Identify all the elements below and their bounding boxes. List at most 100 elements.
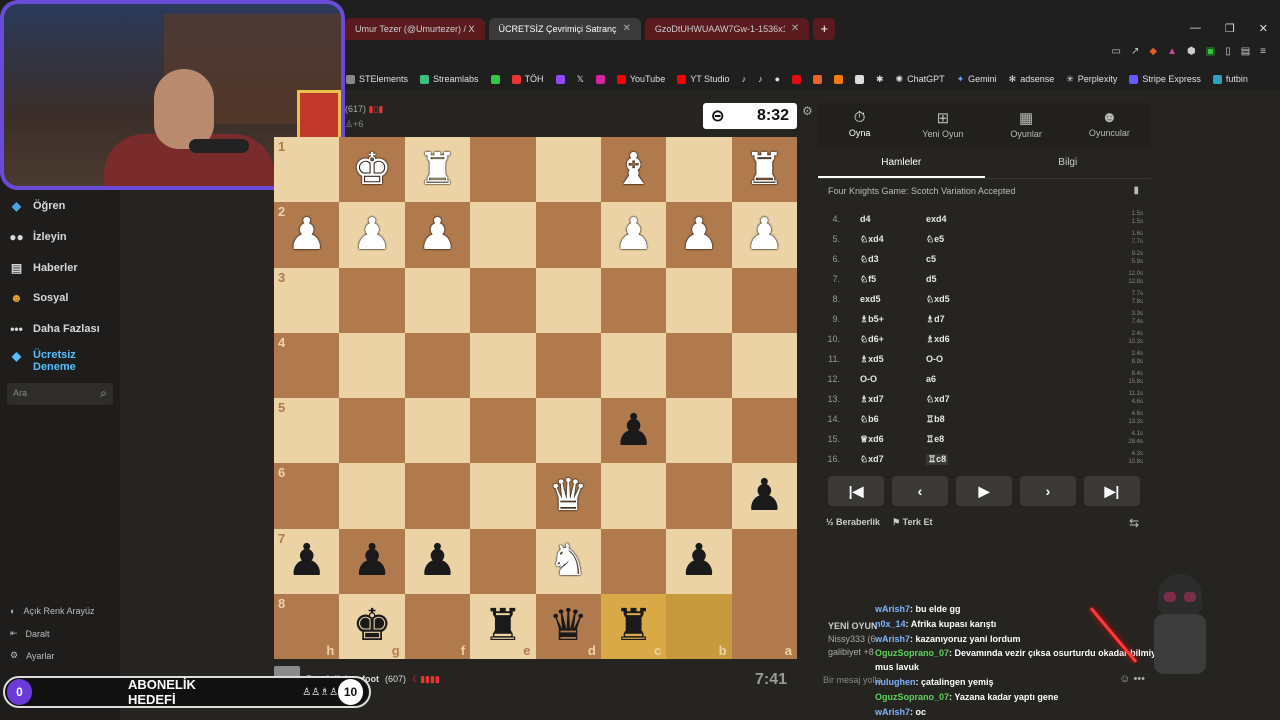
tab-image[interactable]: GzoDtUHWUAAW7Gw-1-1536x1536 ✕ xyxy=(644,18,810,40)
board-square[interactable]: ♜ e xyxy=(470,593,536,659)
board-square[interactable]: ♟ xyxy=(731,202,797,268)
board-square[interactable]: 5 xyxy=(274,398,340,464)
tab-new-game[interactable]: ⊞ Yeni Oyun xyxy=(901,103,984,147)
close-icon[interactable]: ✕ xyxy=(791,18,799,40)
chat-input[interactable]: Bir mesaj yolla xyxy=(823,675,882,685)
board-square[interactable] xyxy=(339,332,405,398)
black-move[interactable]: ♘xd7 xyxy=(926,394,950,405)
last-move-button[interactable]: ▶| xyxy=(1084,476,1140,506)
chess-board[interactable]: 1 ♚ ♜ ♝ ♜ 2 ♟ ♟ ♟ ♟ ♟ ♟ 3 4 5 ♟ 6 ♛ ♟ 7 ♟ … xyxy=(274,137,797,659)
flip-board-icon[interactable]: ⇆ xyxy=(1129,516,1139,530)
board-square[interactable] xyxy=(666,267,732,333)
bookmark-item[interactable] xyxy=(595,74,605,84)
black-pawn-piece[interactable]: ♟ xyxy=(679,539,718,583)
board-square[interactable] xyxy=(404,332,471,398)
board-square[interactable] xyxy=(339,398,405,464)
board-square[interactable]: ♜ xyxy=(404,137,471,203)
play-button[interactable]: ▶ xyxy=(956,476,1012,506)
minimize-icon[interactable]: — xyxy=(1190,22,1201,35)
white-pawn-piece[interactable]: ♟ xyxy=(352,212,391,257)
board-square[interactable] xyxy=(404,267,471,333)
bookmark-item[interactable] xyxy=(813,74,822,84)
sidebar-icon[interactable]: ▯ xyxy=(1225,46,1231,66)
board-square[interactable] xyxy=(339,267,405,333)
board-square[interactable]: ♟ xyxy=(339,202,405,268)
extension-icon[interactable]: ▣ xyxy=(1206,46,1215,66)
board-square[interactable] xyxy=(535,332,601,398)
board-square[interactable] xyxy=(666,398,732,464)
board-square[interactable]: ♟ xyxy=(731,463,797,529)
new-tab-button[interactable]: + xyxy=(813,18,836,40)
rewards-icon[interactable]: ▲ xyxy=(1167,46,1177,66)
board-square[interactable] xyxy=(470,202,536,268)
board-settings-icon[interactable]: ⚙ xyxy=(802,104,813,118)
black-move[interactable]: c5 xyxy=(926,254,936,264)
board-square[interactable]: ♚ g xyxy=(339,593,405,659)
tab-games[interactable]: ▦ Oyunlar xyxy=(985,103,1068,147)
bookmark-item[interactable]: YT Studio xyxy=(677,74,730,84)
board-square[interactable]: ♛ d xyxy=(535,593,601,659)
bookmark-item[interactable] xyxy=(855,74,864,84)
brave-shield-icon[interactable]: ◆ xyxy=(1149,46,1157,66)
board-square[interactable] xyxy=(731,528,797,594)
white-bishop-piece[interactable]: ♝ xyxy=(614,147,653,192)
tab-play[interactable]: ⏱ Oyna xyxy=(818,103,901,147)
board-square[interactable] xyxy=(535,202,601,268)
board-square[interactable]: ♟ xyxy=(666,202,732,268)
board-square[interactable] xyxy=(731,398,797,464)
bookmark-item[interactable]: ✻ adsense xyxy=(1009,74,1055,85)
settings-button[interactable]: ⚙ Ayarlar xyxy=(10,650,54,661)
board-square[interactable] xyxy=(404,398,471,464)
draw-button[interactable]: ½ Beraberlik xyxy=(826,517,880,528)
white-pawn-piece[interactable]: ♟ xyxy=(745,212,784,257)
sidebar-item-watch[interactable]: ●● İzleyin xyxy=(8,230,66,244)
black-move[interactable]: ♘e5 xyxy=(926,234,944,245)
resign-button[interactable]: ⚑ Terk Et xyxy=(892,517,932,528)
board-square[interactable]: ♜ xyxy=(731,137,797,203)
bookmark-item[interactable]: Stripe Express xyxy=(1129,74,1201,84)
black-rook-piece[interactable]: ♜ xyxy=(483,604,522,648)
white-pawn-piece[interactable]: ♟ xyxy=(418,212,457,257)
black-pawn-piece[interactable]: ♟ xyxy=(745,473,784,518)
black-move[interactable]: O-O xyxy=(926,354,943,364)
board-square[interactable] xyxy=(600,267,667,333)
white-pawn-piece[interactable]: ♟ xyxy=(287,212,326,257)
white-rook-piece[interactable]: ♜ xyxy=(418,147,457,192)
board-square[interactable] xyxy=(470,137,536,203)
white-rook-piece[interactable]: ♜ xyxy=(745,147,784,192)
black-pawn-piece[interactable]: ♟ xyxy=(418,539,457,583)
white-move[interactable]: ♗xd7 xyxy=(860,394,884,405)
black-queen-piece[interactable]: ♛ xyxy=(548,604,587,648)
black-rook-piece[interactable]: ♜ xyxy=(614,604,653,648)
bookmark-item[interactable]: Streamlabs xyxy=(420,74,479,84)
board-square[interactable]: 1 xyxy=(274,137,340,203)
black-move[interactable]: ♗d7 xyxy=(926,314,945,325)
board-square[interactable] xyxy=(666,463,732,529)
white-queen-piece[interactable]: ♛ xyxy=(548,473,587,518)
board-square[interactable] xyxy=(666,137,732,203)
cast-icon[interactable]: ▭ xyxy=(1112,46,1121,66)
black-move[interactable]: ♗xd6 xyxy=(926,334,950,345)
board-square[interactable] xyxy=(731,267,797,333)
black-pawn-piece[interactable]: ♟ xyxy=(287,539,326,583)
white-king-piece[interactable]: ♚ xyxy=(352,147,391,192)
black-move[interactable]: ♘xd5 xyxy=(926,294,950,305)
black-move[interactable]: ♖e8 xyxy=(926,434,944,445)
tab-x[interactable]: Umur Tezer (@Umurtezer) / X xyxy=(345,18,485,40)
extension-icon[interactable]: ⬢ xyxy=(1187,46,1196,66)
close-window-icon[interactable]: ✕ xyxy=(1259,22,1268,35)
board-square-last-move[interactable]: ♜ c xyxy=(600,593,667,659)
tab-info[interactable]: Bilgi xyxy=(985,147,1152,178)
bookmark-item[interactable]: YouTube xyxy=(616,74,665,84)
board-square[interactable]: ♟ xyxy=(600,398,667,464)
bookmark-item[interactable]: ✺ ChatGPT xyxy=(896,74,945,85)
next-move-button[interactable]: › xyxy=(1020,476,1076,506)
bookmark-item[interactable]: TÖH xyxy=(511,74,544,84)
board-square[interactable] xyxy=(600,332,667,398)
bookmark-item[interactable] xyxy=(555,74,565,84)
board-square[interactable]: ♟ xyxy=(404,202,471,268)
white-move[interactable]: ♘f5 xyxy=(860,274,876,285)
white-move[interactable]: ♕xd6 xyxy=(860,434,884,445)
close-icon[interactable]: ✕ xyxy=(623,18,631,40)
black-move[interactable]: ♖b8 xyxy=(926,414,945,425)
